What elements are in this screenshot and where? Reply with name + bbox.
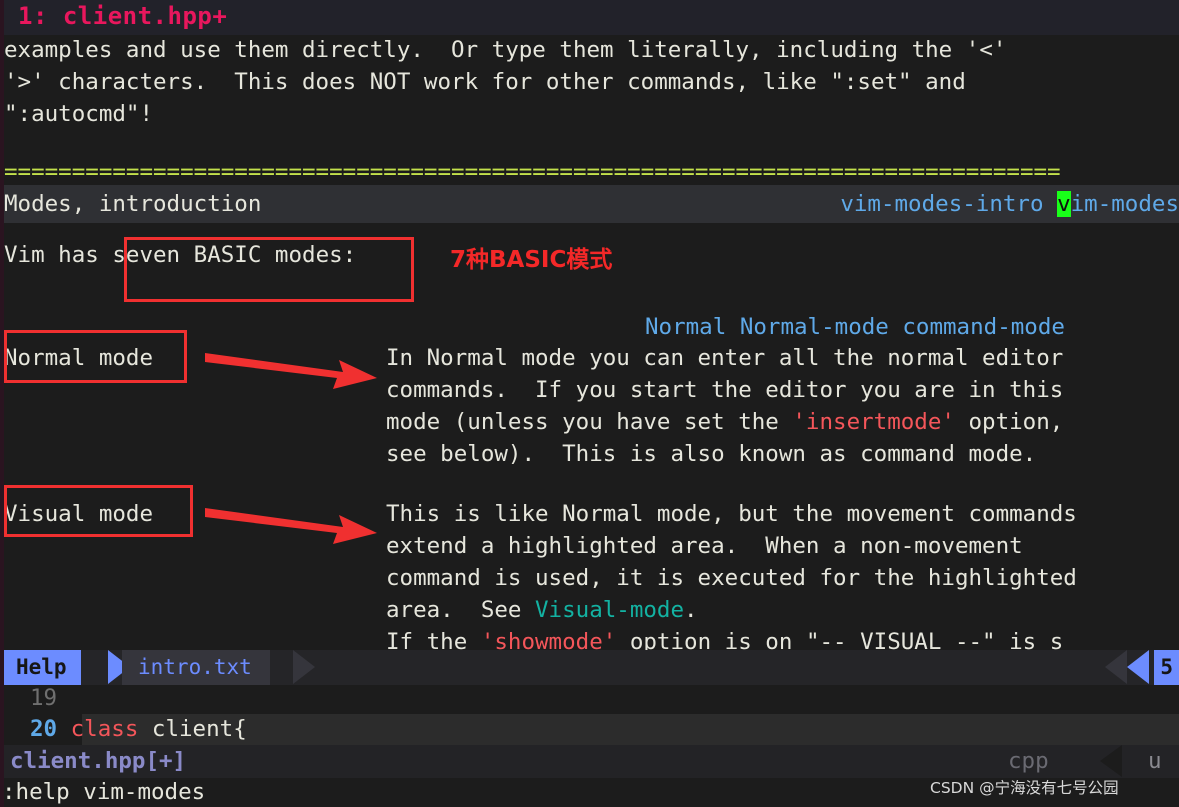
- help-text-line: '>' characters. This does NOT work for o…: [4, 69, 966, 95]
- body-text: option is on "-- VISUAL --" is s: [616, 629, 1064, 650]
- tab-item-client-hpp[interactable]: 1: client.hpp+: [18, 2, 227, 30]
- command-line-text[interactable]: :help vim-modes: [2, 778, 205, 807]
- help-intro-line: Vim has seven BASIC modes:: [0, 240, 356, 271]
- annotation-arrow-visual: [205, 508, 377, 544]
- help-mode-label-visual: Visual mode: [4, 501, 154, 527]
- code-line: 20 class client{: [30, 714, 247, 745]
- statusline-position-value: 5: [1154, 650, 1179, 685]
- section-tags: vim-modes-intro vim-modes: [840, 185, 1179, 223]
- intro-boxed-phrase: seven BASIC modes:: [112, 242, 357, 268]
- statusline-filename-client: client.hpp[+]: [10, 748, 187, 774]
- left-gutter-edge: [0, 0, 4, 807]
- code-identifier: client{: [138, 716, 247, 742]
- help-option-insertmode: 'insertmode': [792, 409, 955, 435]
- vim-terminal-screen: 1: client.hpp+ examples and use them dir…: [0, 0, 1179, 807]
- powerline-separator-icon: [1105, 650, 1127, 684]
- body-text: option,: [954, 409, 1064, 435]
- body-text: area. See: [386, 597, 536, 623]
- help-body-line: see below). This is also known as comman…: [386, 441, 1037, 467]
- powerline-separator-icon: [293, 650, 315, 684]
- help-body-line: In Normal mode you can enter all the nor…: [386, 345, 1064, 371]
- body-text: .: [684, 597, 698, 623]
- statusline-mode-badge: Help: [4, 650, 81, 685]
- help-body-line: commands. If you start the editor you ar…: [386, 377, 1064, 403]
- help-text-line: examples and use them directly. Or type …: [4, 37, 1007, 63]
- help-body-line: extend a highlighted area. When a non-mo…: [386, 533, 1023, 559]
- help-section-header: Modes, introduction vim-modes-intro vim-…: [0, 185, 1179, 223]
- powerline-separator-icon: [1100, 745, 1122, 777]
- help-body-line: command is used, it is executed for the …: [386, 565, 1077, 591]
- help-tag-links-normal[interactable]: Normal Normal-mode command-mode: [645, 312, 1065, 343]
- help-tag-vim-modes[interactable]: im-modes: [1071, 191, 1179, 217]
- line-number: 20: [30, 716, 58, 742]
- powerline-separator-icon: [1127, 650, 1149, 684]
- statusline-filetype: cpp: [1008, 748, 1049, 774]
- statusline-filename: intro.txt: [122, 650, 270, 685]
- annotation-arrow-normal: [205, 353, 377, 389]
- tabline[interactable]: 1: client.hpp+: [0, 0, 1179, 35]
- help-mode-label-normal: Normal mode: [4, 345, 154, 371]
- help-text-line: ":autocmd"!: [4, 101, 154, 127]
- csdn-watermark: CSDN @宁海没有七号公园: [930, 779, 1119, 797]
- statusline-encoding: u: [1148, 748, 1162, 774]
- help-body-line: mode (unless you have set the 'insertmod…: [386, 407, 1063, 438]
- body-text: If the: [386, 629, 481, 650]
- statusline-help-window: Help intro.txt 🔒 5: [0, 650, 1179, 685]
- section-title: Modes, introduction: [4, 191, 262, 217]
- statusline-code-window: client.hpp[+] cpp u: [0, 745, 1179, 778]
- code-keyword-class: class: [70, 716, 139, 742]
- help-body-line: If the 'showmode' option is on "-- VISUA…: [386, 627, 1063, 650]
- help-body-line: area. See Visual-mode.: [386, 595, 698, 626]
- help-separator-rule: ========================================…: [4, 159, 1061, 185]
- code-gap: [57, 716, 71, 742]
- intro-prefix: Vim has: [4, 242, 113, 268]
- code-line: 19: [30, 683, 57, 714]
- help-body-line: This is like Normal mode, but the moveme…: [386, 501, 1077, 527]
- help-window: examples and use them directly. Or type …: [0, 35, 1179, 650]
- help-option-showmode: 'showmode': [480, 629, 617, 650]
- help-tag-vim-modes-intro[interactable]: vim-modes-intro: [840, 191, 1043, 217]
- help-tag-visual-mode[interactable]: Visual-mode: [535, 597, 684, 623]
- line-number: 19: [30, 685, 58, 711]
- text-cursor: v: [1057, 191, 1071, 217]
- annotation-chinese-note: 7种BASIC模式: [450, 247, 613, 273]
- body-text: mode (unless you have set the: [386, 409, 793, 435]
